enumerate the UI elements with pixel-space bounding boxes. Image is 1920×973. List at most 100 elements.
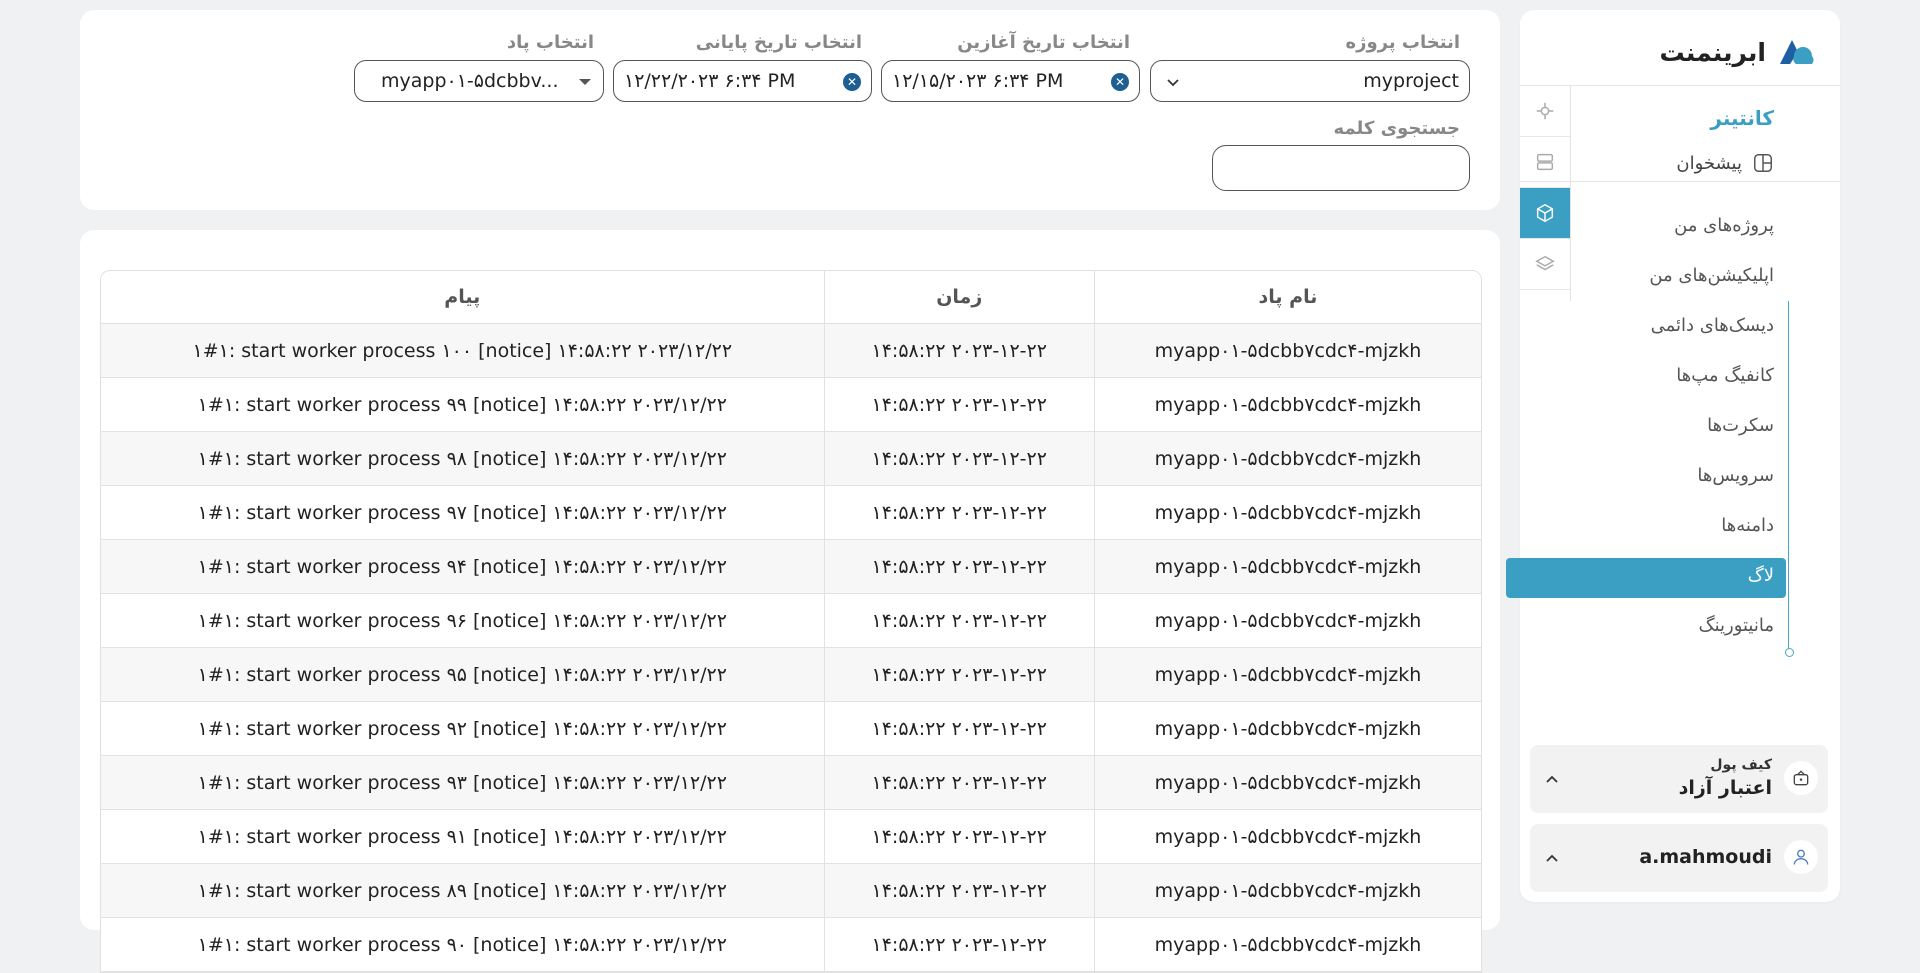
pod-select[interactable]: myapp۰۱-۵dcbbv... <box>354 60 604 102</box>
rail-item-network[interactable] <box>1520 86 1570 137</box>
sidebar-item-logs[interactable]: لاگ <box>1506 550 1786 600</box>
table-row[interactable]: ۱#۱: start worker process ۹۶ [notice] ۱۴… <box>101 593 1481 648</box>
menu-track-line <box>1788 301 1789 651</box>
table-row[interactable]: ۱#۱: start worker process ۹۴ [notice] ۱۴… <box>101 539 1481 594</box>
cell-message: ۱#۱: start worker process ۹۷ [notice] ۱۴… <box>101 485 825 540</box>
sidebar-item-configmaps[interactable]: کانفیگ مپ‌ها <box>1516 350 1776 400</box>
column-header-pod[interactable]: نام پاد <box>1093 271 1481 324</box>
wallet-plan: اعتبار آزاد <box>1678 777 1772 799</box>
cell-time: ۱۴:۵۸:۲۲ ۲۰۲۳-۱۲-۲۲ <box>823 539 1095 594</box>
cell-pod: myapp۰۱-۵dcbb۷cdc۴-mjzkh <box>1093 917 1481 972</box>
sidebar-item-monitoring[interactable]: مانیتورینگ <box>1516 600 1776 650</box>
wallet-title: کیف پول <box>1710 757 1772 773</box>
cell-message: ۱#۱: start worker process ۹۶ [notice] ۱۴… <box>101 593 825 648</box>
sidebar-item-label: پیشخوان <box>1676 152 1742 174</box>
cell-message: ۱#۱: start worker process ۹۸ [notice] ۱۴… <box>101 431 825 486</box>
sidebar-item-label: دامنه‌ها <box>1721 514 1774 536</box>
cell-message: ۱#۱: start worker process ۹۳ [notice] ۱۴… <box>101 755 825 810</box>
table-row[interactable]: ۱#۱: start worker process ۸۹ [notice] ۱۴… <box>101 863 1481 918</box>
search-label: جستجوی کلمه <box>1333 118 1460 139</box>
cell-message: ۱#۱: start worker process ۹۹ [notice] ۱۴… <box>101 377 825 432</box>
start-date-label: انتخاب تاریخ آغازین <box>957 32 1130 53</box>
end-date-value: ۱۲/۲۲/۲۰۲۳ ۶:۳۴ PM <box>624 70 796 92</box>
table-header-row: پیام زمان نام پاد <box>101 271 1481 324</box>
cell-pod: myapp۰۱-۵dcbb۷cdc۴-mjzkh <box>1093 863 1481 918</box>
table-row[interactable]: ۱#۱: start worker process ۹۹ [notice] ۱۴… <box>101 377 1481 432</box>
cell-message: ۱#۱: start worker process ۹۴ [notice] ۱۴… <box>101 539 825 594</box>
table-row[interactable]: ۱#۱: start worker process ۹۰ [notice] ۱۴… <box>101 917 1481 972</box>
sidebar-item-label: اپلیکیشن‌های من <box>1649 264 1774 286</box>
brand-logo-icon <box>1780 40 1814 64</box>
cell-time: ۱۴:۵۸:۲۲ ۲۰۲۳-۱۲-۲۲ <box>823 431 1095 486</box>
section-title: کانتینر <box>1710 106 1774 130</box>
cell-time: ۱۴:۵۸:۲۲ ۲۰۲۳-۱۲-۲۲ <box>823 863 1095 918</box>
divider <box>1520 181 1840 182</box>
brand[interactable]: ابرینمنت <box>1659 36 1820 68</box>
sidebar-item-dashboard[interactable]: پیشخوان <box>1676 152 1774 174</box>
clear-icon[interactable]: ✕ <box>1111 73 1129 91</box>
active-highlight <box>1506 558 1786 598</box>
search-input[interactable] <box>1212 145 1470 191</box>
table-row[interactable]: ۱#۱: start worker process ۹۵ [notice] ۱۴… <box>101 647 1481 702</box>
cell-time: ۱۴:۵۸:۲۲ ۲۰۲۳-۱۲-۲۲ <box>823 377 1095 432</box>
cell-message: ۱#۱: start worker process ۹۰ [notice] ۱۴… <box>101 917 825 972</box>
cell-pod: myapp۰۱-۵dcbb۷cdc۴-mjzkh <box>1093 539 1481 594</box>
wallet-card[interactable]: کیف پول اعتبار آزاد <box>1530 745 1828 813</box>
project-select[interactable]: myproject <box>1150 60 1470 102</box>
end-date-input[interactable]: ۱۲/۲۲/۲۰۲۳ ۶:۳۴ PM ✕ <box>613 60 872 102</box>
user-card[interactable]: a.mahmoudi <box>1530 824 1828 892</box>
table-row[interactable]: ۱#۱: start worker process ۹۳ [notice] ۱۴… <box>101 755 1481 810</box>
sidebar: ابرینمنت کانتینر پیشخوان پروژه‌های من اپ… <box>1506 10 1840 902</box>
sidebar-item-applications[interactable]: اپلیکیشن‌های من <box>1516 250 1776 300</box>
table-row[interactable]: ۱#۱: start worker process ۹۱ [notice] ۱۴… <box>101 809 1481 864</box>
wallet-icon <box>1784 761 1818 795</box>
cell-time: ۱۴:۵۸:۲۲ ۲۰۲۳-۱۲-۲۲ <box>823 755 1095 810</box>
sidebar-item-label: پروژه‌های من <box>1674 214 1774 236</box>
cell-time: ۱۴:۵۸:۲۲ ۲۰۲۳-۱۲-۲۲ <box>823 485 1095 540</box>
clear-icon[interactable]: ✕ <box>843 73 861 91</box>
sidebar-item-label: لاگ <box>1747 564 1774 586</box>
column-header-time[interactable]: زمان <box>823 271 1095 324</box>
sidebar-item-secrets[interactable]: سکرت‌ها <box>1516 400 1776 450</box>
table-row[interactable]: ۱#۱: start worker process ۹۸ [notice] ۱۴… <box>101 431 1481 486</box>
user-name: a.mahmoudi <box>1639 846 1772 868</box>
table-body: ۱#۱: start worker process ۱۰۰ [notice] ۱… <box>101 323 1481 972</box>
table-row[interactable]: ۱#۱: start worker process ۱۰۰ [notice] ۱… <box>101 323 1481 378</box>
end-date-label: انتخاب تاریخ پایانی <box>695 32 862 53</box>
project-label: انتخاب پروژه <box>1345 32 1461 53</box>
sidebar-item-label: سکرت‌ها <box>1707 414 1774 436</box>
cell-pod: myapp۰۱-۵dcbb۷cdc۴-mjzkh <box>1093 485 1481 540</box>
cell-pod: myapp۰۱-۵dcbb۷cdc۴-mjzkh <box>1093 431 1481 486</box>
cell-time: ۱۴:۵۸:۲۲ ۲۰۲۳-۱۲-۲۲ <box>823 809 1095 864</box>
sidebar-item-disks[interactable]: دیسک‌های دائمی <box>1516 300 1776 350</box>
column-header-message[interactable]: پیام <box>101 271 825 324</box>
cell-time: ۱۴:۵۸:۲۲ ۲۰۲۳-۱۲-۲۲ <box>823 917 1095 972</box>
sidebar-item-projects[interactable]: پروژه‌های من <box>1516 200 1776 250</box>
chevron-up-icon[interactable] <box>1544 771 1560 787</box>
start-date-input[interactable]: ۱۲/۱۵/۲۰۲۳ ۶:۳۴ PM ✕ <box>881 60 1140 102</box>
cell-pod: myapp۰۱-۵dcbb۷cdc۴-mjzkh <box>1093 593 1481 648</box>
network-icon <box>1536 102 1554 120</box>
chevron-up-icon[interactable] <box>1544 850 1560 866</box>
pod-value: myapp۰۱-۵dcbbv... <box>381 70 559 92</box>
sidebar-menu: پروژه‌های من اپلیکیشن‌های من دیسک‌های دا… <box>1506 200 1786 650</box>
project-value: myproject <box>1363 70 1459 92</box>
caret-down-icon <box>579 79 591 85</box>
cell-pod: myapp۰۱-۵dcbb۷cdc۴-mjzkh <box>1093 809 1481 864</box>
pod-label: انتخاب پاد <box>506 32 594 53</box>
sidebar-item-domains[interactable]: دامنه‌ها <box>1516 500 1776 550</box>
brand-name: ابرینمنت <box>1659 37 1766 67</box>
logs-panel: پیام زمان نام پاد ۱#۱: start worker proc… <box>80 230 1500 973</box>
sidebar-item-services[interactable]: سرویس‌ها <box>1516 450 1776 500</box>
cell-pod: myapp۰۱-۵dcbb۷cdc۴-mjzkh <box>1093 323 1481 378</box>
cell-message: ۱#۱: start worker process ۹۲ [notice] ۱۴… <box>101 701 825 756</box>
table-row[interactable]: ۱#۱: start worker process ۹۲ [notice] ۱۴… <box>101 701 1481 756</box>
cell-time: ۱۴:۵۸:۲۲ ۲۰۲۳-۱۲-۲۲ <box>823 323 1095 378</box>
sidebar-item-label: مانیتورینگ <box>1698 614 1774 636</box>
cell-message: ۱#۱: start worker process ۹۵ [notice] ۱۴… <box>101 647 825 702</box>
user-icon <box>1784 840 1818 874</box>
table-row[interactable]: ۱#۱: start worker process ۹۷ [notice] ۱۴… <box>101 485 1481 540</box>
filters-panel: انتخاب پروژه myproject انتخاب تاریخ آغاز… <box>80 10 1500 210</box>
sidebar-item-label: کانفیگ مپ‌ها <box>1676 364 1774 386</box>
dashboard-icon <box>1754 154 1772 172</box>
